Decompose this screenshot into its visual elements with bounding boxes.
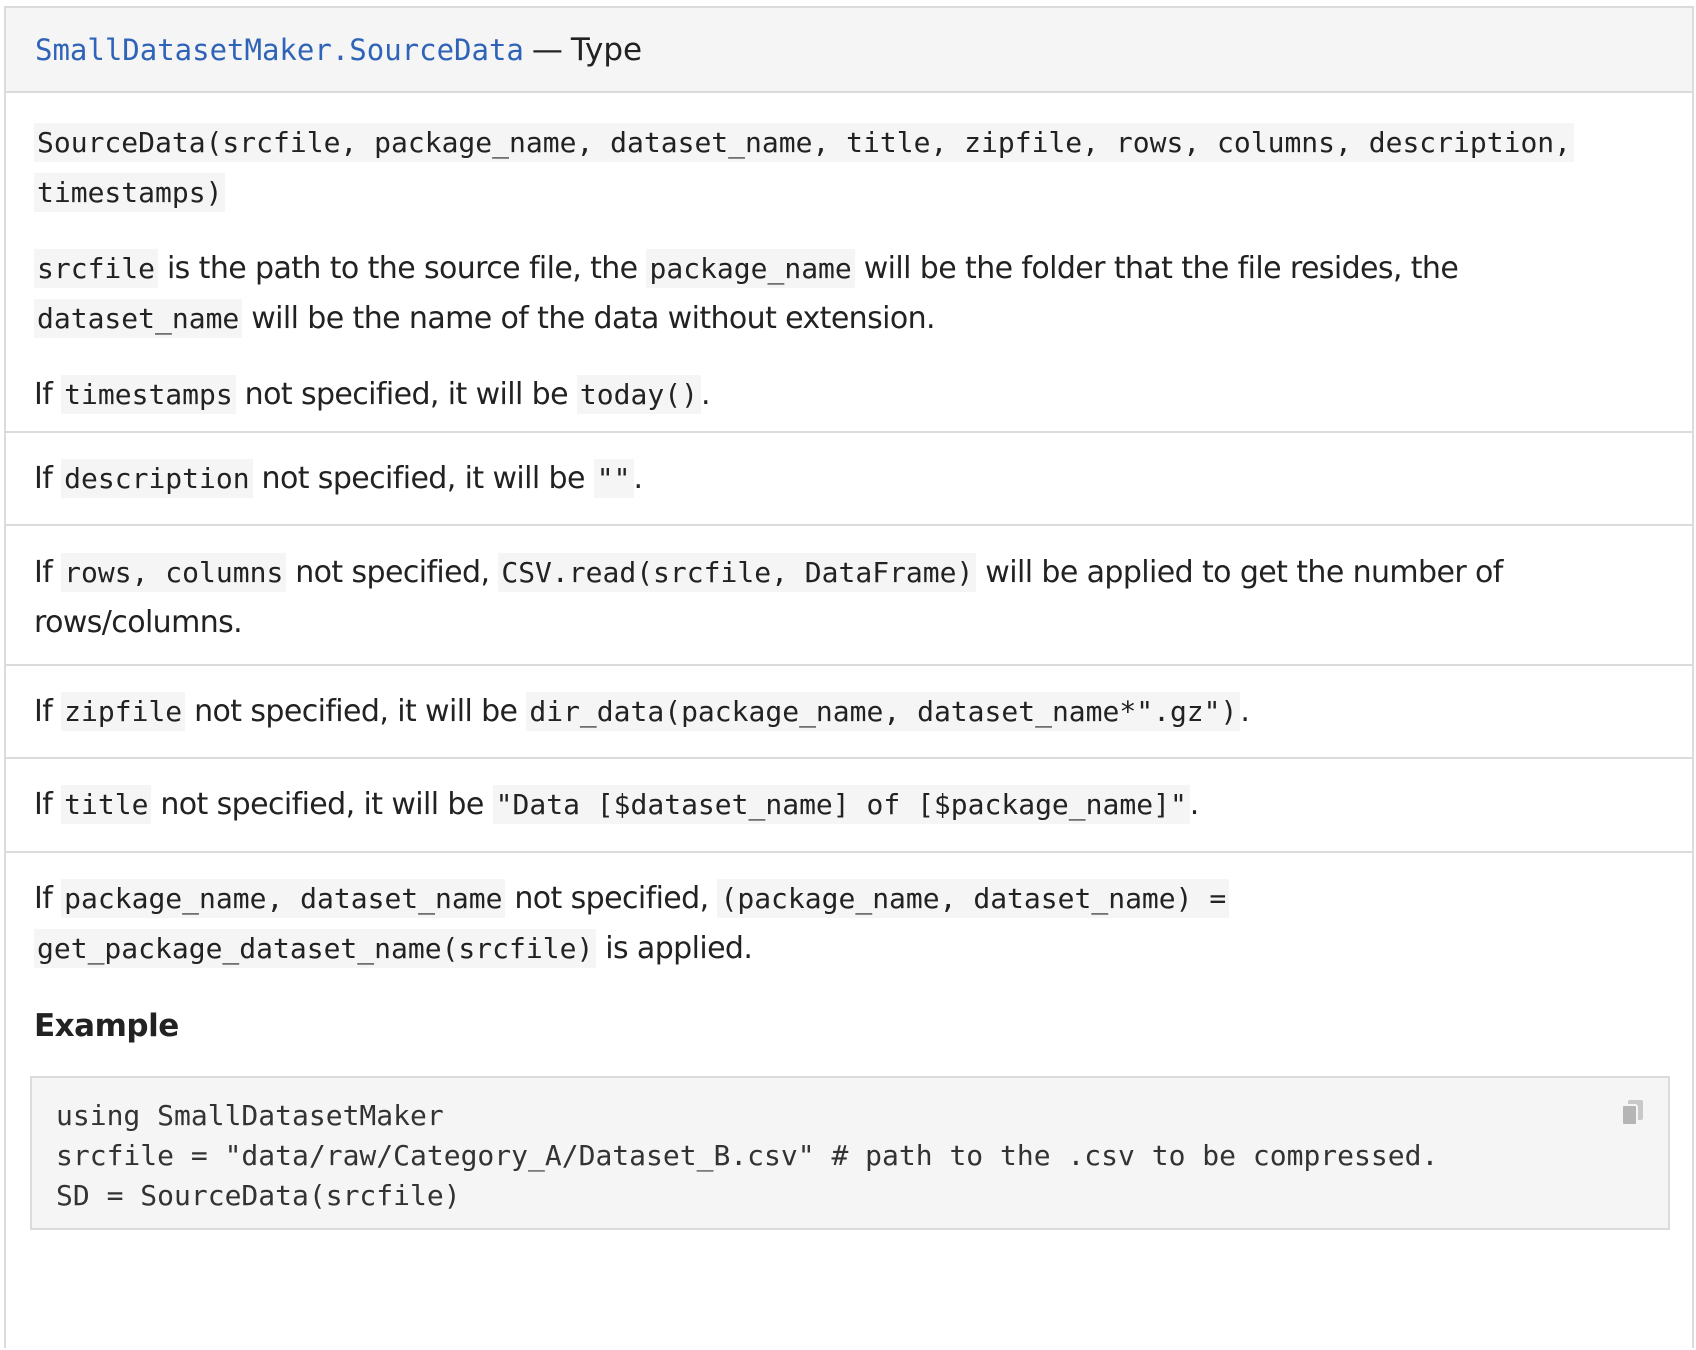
section-description-default: If description not specified, it will be… [6, 433, 1692, 526]
desc4-text4: rows/columns. [34, 605, 243, 640]
desc5-text3: . [1240, 694, 1250, 729]
desc1-text2: will be the folder that the file resides… [854, 251, 1459, 286]
srcfile-description: srcfile is the path to the source file, … [34, 244, 1664, 344]
desc7-text3: is applied. [596, 931, 753, 966]
desc6-text2: not specified, it will be [151, 787, 493, 822]
srcfile-code: srcfile [34, 249, 159, 288]
desc3-text2: not specified, it will be [252, 461, 594, 496]
signature-paragraph: SourceData(srcfile, package_name, datase… [34, 118, 1664, 218]
zipfile-code: zipfile [61, 692, 186, 731]
docstring-header: SmallDatasetMaker.SourceData — Type [6, 8, 1692, 93]
desc3-text3: . [633, 461, 644, 496]
dir-data-code: dir_data(package_name, dataset_name*".gz… [526, 692, 1241, 731]
section-rows-columns-default: If rows, columns not specified, CSV.read… [6, 526, 1692, 666]
timestamps-description: If timestamps not specified, it will be … [34, 370, 1664, 420]
signature-code-line1: SourceData(srcfile, package_name, datase… [34, 123, 1575, 162]
empty-string-code: "" [593, 459, 634, 498]
docstring-category: Type [570, 31, 643, 68]
csv-read-code: CSV.read(srcfile, DataFrame) [498, 553, 977, 592]
desc2-text1: If [34, 377, 62, 412]
title-template-code: "Data [$dataset_name] of [$package_name]… [492, 785, 1190, 824]
description-default-text: If description not specified, it will be… [34, 454, 1664, 504]
section-package-dataset-default: If package_name, dataset_name not specif… [6, 853, 1692, 1268]
code-line-2: srcfile = "data/raw/Category_A/Dataset_B… [56, 1139, 1439, 1172]
package-name-code: package_name [646, 249, 855, 288]
package-dataset-code: package_name, dataset_name [61, 879, 506, 918]
desc5-text2: not specified, it will be [185, 694, 527, 729]
title-code: title [61, 785, 152, 824]
code-line-1: using SmallDatasetMaker [56, 1099, 444, 1132]
desc1-text1: is the path to the source file, the [158, 251, 647, 286]
zipfile-default-text: If zipfile not specified, it will be dir… [34, 687, 1664, 737]
header-separator: — [531, 31, 563, 68]
desc4-text3: will be applied to get the number of [976, 555, 1503, 590]
desc5-text1: If [34, 694, 62, 729]
desc2-text3: . [700, 377, 711, 412]
tuple-assign-code: (package_name, dataset_name) = [717, 879, 1230, 918]
rows-columns-default-text: If rows, columns not specified, CSV.read… [34, 548, 1664, 648]
today-code: today() [576, 375, 701, 414]
get-package-dataset-name-code: get_package_dataset_name(srcfile) [34, 929, 597, 968]
docstring-binding-link[interactable]: SmallDatasetMaker.SourceData [35, 33, 524, 67]
code-line-3: SD = SourceData(srcfile) [56, 1179, 461, 1212]
example-heading: Example [34, 1008, 179, 1044]
section-title-default: If title not specified, it will be "Data… [6, 759, 1692, 853]
package-dataset-default-text: If package_name, dataset_name not specif… [34, 874, 1664, 974]
desc6-text1: If [34, 787, 62, 822]
desc4-text2: not specified, [286, 555, 499, 590]
timestamps-code: timestamps [61, 375, 236, 414]
signature-code-line2: timestamps) [34, 173, 226, 212]
description-code: description [61, 459, 253, 498]
copy-icon[interactable] [1620, 1098, 1646, 1126]
desc6-text3: . [1189, 787, 1200, 822]
desc7-text2: not specified, [505, 881, 718, 916]
desc2-text2: not specified, it will be [235, 377, 577, 412]
section-signature: SourceData(srcfile, package_name, datase… [6, 93, 1692, 433]
desc3-text1: If [34, 461, 62, 496]
desc1-text3: will be the name of the data without ext… [242, 301, 935, 336]
docstring-panel: SmallDatasetMaker.SourceData — Type Sour… [4, 6, 1694, 1348]
desc7-text1: If [34, 881, 62, 916]
example-code-block: using SmallDatasetMaker srcfile = "data/… [30, 1076, 1670, 1230]
title-default-text: If title not specified, it will be "Data… [34, 780, 1664, 830]
rows-columns-code: rows, columns [61, 553, 287, 592]
section-zipfile-default: If zipfile not specified, it will be dir… [6, 666, 1692, 759]
dataset-name-code: dataset_name [34, 299, 243, 338]
desc4-text1: If [34, 555, 62, 590]
